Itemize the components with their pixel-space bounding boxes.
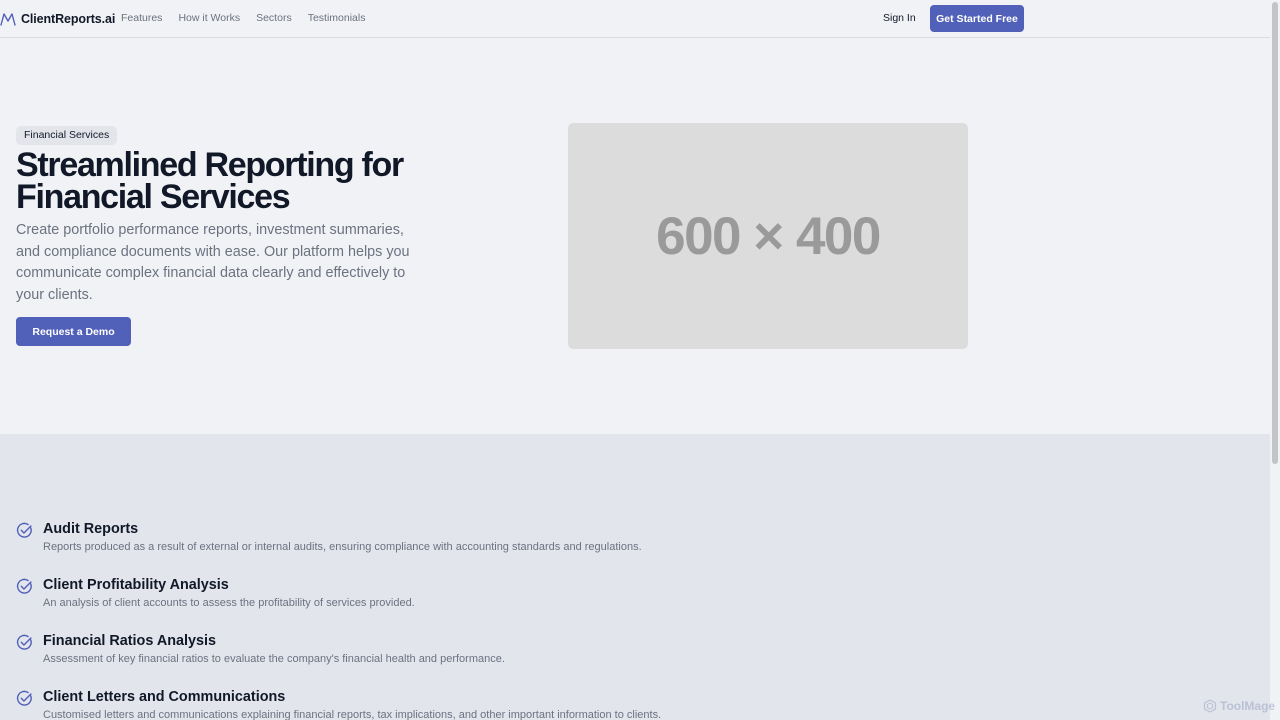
nav-link-how-it-works[interactable]: How it Works: [178, 12, 240, 24]
features-section: Audit Reports Reports produced as a resu…: [0, 434, 1270, 720]
hero-title: Streamlined Reporting for Financial Serv…: [16, 146, 404, 216]
sign-in-link[interactable]: Sign In: [883, 12, 916, 24]
feature-title: Client Letters and Communications: [43, 689, 286, 705]
hexagon-logo-icon: [1203, 699, 1217, 713]
request-demo-button[interactable]: Request a Demo: [16, 317, 131, 346]
logo-text: ClientReports.ai: [21, 12, 116, 26]
feature-title: Audit Reports: [43, 521, 139, 537]
check-circle-icon: [16, 634, 32, 650]
vertical-scrollbar[interactable]: [1270, 0, 1280, 720]
get-started-button[interactable]: Get Started Free: [930, 5, 1024, 32]
feature-title: Financial Ratios Analysis: [43, 633, 217, 649]
mountain-logo-icon: [0, 13, 16, 26]
top-nav-bar: ClientReports.ai Features How it Works S…: [0, 0, 1270, 38]
watermark-text: ToolMage: [1220, 699, 1276, 713]
nav-link-features[interactable]: Features: [121, 12, 162, 24]
logo[interactable]: ClientReports.ai: [0, 10, 115, 28]
watermark: ToolMage: [1203, 699, 1275, 713]
feature-description: An analysis of client accounts to assess…: [43, 597, 415, 609]
nav-link-sectors[interactable]: Sectors: [256, 12, 292, 24]
scrollbar-thumb[interactable]: [1272, 2, 1278, 464]
page: ClientReports.ai Features How it Works S…: [0, 0, 1280, 720]
feature-title: Client Profitability Analysis: [43, 577, 229, 593]
hero-image-placeholder: 600 × 400: [568, 123, 968, 349]
sector-badge: Financial Services: [16, 126, 118, 145]
main-nav: Features How it Works Sectors Testimonia…: [121, 12, 365, 24]
placeholder-dimensions: 600 × 400: [656, 206, 881, 266]
check-circle-icon: [16, 690, 32, 706]
feature-description: Customised letters and communications ex…: [43, 709, 662, 720]
check-circle-icon: [16, 522, 32, 538]
feature-description: Reports produced as a result of external…: [43, 541, 642, 553]
feature-description: Assessment of key financial ratios to ev…: [43, 653, 505, 665]
check-circle-icon: [16, 578, 32, 594]
hero-description: Create portfolio performance reports, in…: [16, 222, 410, 303]
nav-link-testimonials[interactable]: Testimonials: [308, 12, 366, 24]
